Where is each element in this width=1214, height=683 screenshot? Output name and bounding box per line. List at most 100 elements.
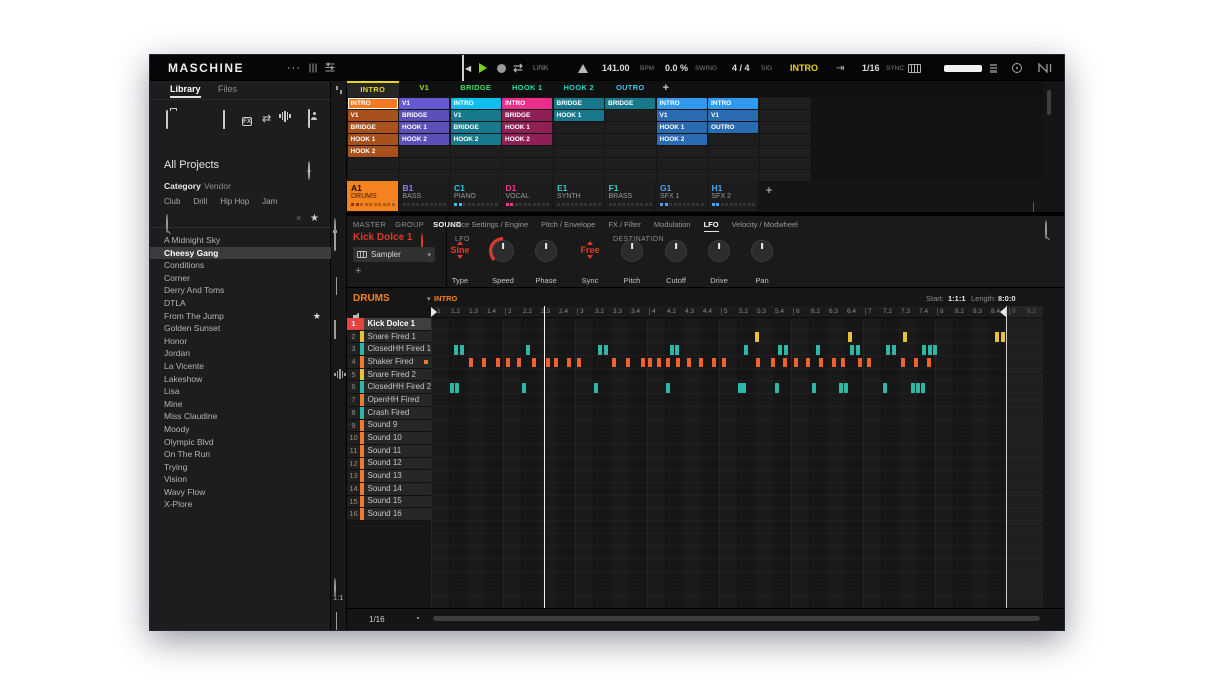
section-tab-v1[interactable]: V1 xyxy=(399,81,451,97)
note-event[interactable] xyxy=(495,357,500,368)
pattern-clip[interactable]: BRIDGE xyxy=(399,109,449,121)
note-event[interactable] xyxy=(576,357,581,368)
sample-editor-button[interactable] xyxy=(334,369,346,379)
note-event[interactable] xyxy=(449,383,454,393)
browser-panel-toggle[interactable] xyxy=(308,55,317,81)
note-event[interactable] xyxy=(838,383,843,393)
pattern-clip[interactable]: HOOK 2 xyxy=(502,133,552,145)
param-down-arrow[interactable] xyxy=(587,255,593,259)
note-event[interactable] xyxy=(900,357,905,368)
project-row[interactable]: Cheesy Gang xyxy=(150,246,331,260)
project-row[interactable]: DTLA xyxy=(150,297,331,310)
note-event[interactable] xyxy=(816,345,821,355)
pattern-clip[interactable]: HOOK 1 xyxy=(399,121,449,133)
restart-button[interactable]: ◀ xyxy=(462,55,471,81)
sound-row[interactable]: 14 Sound 14 xyxy=(347,482,431,496)
note-event[interactable] xyxy=(857,357,862,368)
note-event[interactable] xyxy=(783,345,788,355)
note-event[interactable] xyxy=(782,357,787,368)
project-row[interactable]: On The Run xyxy=(150,448,331,461)
sound-row[interactable]: 3 ClosedHH Fired 1 xyxy=(347,343,431,357)
master-level-meter[interactable] xyxy=(944,55,982,81)
project-row[interactable]: Trying xyxy=(150,461,331,474)
group-header-f1[interactable]: F1 BRASS xyxy=(604,181,655,211)
keyboard-mode-button[interactable] xyxy=(908,55,921,81)
project-row[interactable]: Jordan xyxy=(150,347,331,360)
plugin-selector[interactable]: Sampler ▾ xyxy=(353,247,435,262)
filter-vendor[interactable]: Vendor xyxy=(204,181,231,191)
plugin-tab[interactable]: LFO xyxy=(703,220,719,232)
pattern-clip[interactable]: V1 xyxy=(450,109,501,121)
zoom-ratio-display[interactable]: 1:1 xyxy=(333,593,343,602)
note-event[interactable] xyxy=(806,357,811,368)
group-header-h1[interactable]: H1 SFX 2 xyxy=(707,181,758,211)
note-event[interactable] xyxy=(850,345,855,355)
favorites-filter-icon[interactable]: ★ xyxy=(310,213,319,224)
sound-row[interactable]: 9 Sound 9 xyxy=(347,419,431,433)
project-row[interactable]: Mine xyxy=(150,398,331,411)
project-row[interactable]: Wavy Flow xyxy=(150,486,331,499)
sound-row[interactable]: 12 Sound 12 xyxy=(347,457,431,471)
note-event[interactable] xyxy=(926,357,931,368)
length-value[interactable]: 8:0:0 xyxy=(998,294,1016,303)
filter-samples-button[interactable] xyxy=(279,110,291,122)
note-event[interactable] xyxy=(468,357,473,368)
count-in-icon[interactable]: ⇥ xyxy=(836,55,844,81)
tab-group[interactable]: GROUP xyxy=(395,220,424,229)
project-row[interactable]: From The Jump ★ xyxy=(150,310,331,323)
project-row[interactable]: X-Plore xyxy=(150,498,331,511)
plugin-tab[interactable]: Velocity / Modwheel xyxy=(732,220,798,232)
section-tab-hook2[interactable]: HOOK 2 xyxy=(553,81,605,97)
note-event[interactable] xyxy=(593,383,598,393)
param-knob[interactable] xyxy=(535,240,557,262)
grid-setting-value[interactable]: 1/16 xyxy=(369,615,385,624)
plugin-tab[interactable]: Modulation xyxy=(654,220,691,232)
param-phase[interactable]: Phase xyxy=(524,237,568,285)
playhead[interactable] xyxy=(543,306,545,608)
note-event[interactable] xyxy=(841,357,846,368)
note-event[interactable] xyxy=(611,357,616,368)
filter-projects-button[interactable] xyxy=(166,110,168,129)
note-event[interactable] xyxy=(640,357,645,368)
pattern-clip[interactable]: INTRO xyxy=(450,97,501,109)
sound-row[interactable]: 7 OpenHH Fired xyxy=(347,394,431,407)
pattern-clip[interactable]: HOOK 1 xyxy=(553,109,604,121)
tag-filter[interactable]: Hip Hop xyxy=(220,197,249,206)
sound-row[interactable]: 5 Snare Fired 2 xyxy=(347,368,431,382)
step-grid-value[interactable]: 1/16 xyxy=(862,55,880,81)
loop-button[interactable]: ⇄ xyxy=(513,55,523,81)
note-event[interactable] xyxy=(866,357,871,368)
note-event[interactable] xyxy=(995,332,1000,342)
search-clear-icon[interactable]: × xyxy=(296,213,301,223)
param-knob[interactable] xyxy=(751,240,773,262)
note-event[interactable] xyxy=(920,383,925,393)
pattern-clip[interactable]: BRIDGE xyxy=(450,121,501,133)
note-event[interactable] xyxy=(603,345,608,355)
pattern-clip[interactable]: INTRO xyxy=(502,97,552,109)
pattern-clip[interactable]: V1 xyxy=(656,109,707,121)
note-event[interactable] xyxy=(847,332,852,342)
current-section-display[interactable]: INTRO xyxy=(790,55,818,81)
control-search-button[interactable] xyxy=(1045,220,1047,239)
project-row[interactable]: Moody xyxy=(150,423,331,436)
note-event[interactable] xyxy=(778,345,783,355)
plugin-tab[interactable]: Voice Settings / Engine xyxy=(451,220,528,232)
note-event[interactable] xyxy=(531,357,536,368)
note-event[interactable] xyxy=(910,383,915,393)
add-section-button[interactable]: + xyxy=(656,81,676,97)
note-event[interactable] xyxy=(505,357,510,368)
sync-clock-button[interactable] xyxy=(1012,55,1022,81)
note-event[interactable] xyxy=(914,357,919,368)
note-event[interactable] xyxy=(818,357,823,368)
link-toggle[interactable]: LINK xyxy=(533,55,549,81)
group-header-g1[interactable]: G1 SFX 1 xyxy=(656,181,707,211)
pattern-clip[interactable]: V1 xyxy=(399,97,449,109)
sound-row[interactable]: 11 Sound 11 xyxy=(347,444,431,458)
param-sync[interactable]: Free Sync xyxy=(568,237,612,285)
editor-group-name[interactable]: DRUMS xyxy=(353,293,390,304)
note-event[interactable] xyxy=(771,357,776,368)
sound-row[interactable]: 1 Kick Dolce 1 xyxy=(347,318,431,331)
filter-effects-button[interactable]: FX xyxy=(242,110,253,128)
project-row[interactable]: A Midnight Sky xyxy=(150,234,331,247)
note-event[interactable] xyxy=(521,383,526,393)
